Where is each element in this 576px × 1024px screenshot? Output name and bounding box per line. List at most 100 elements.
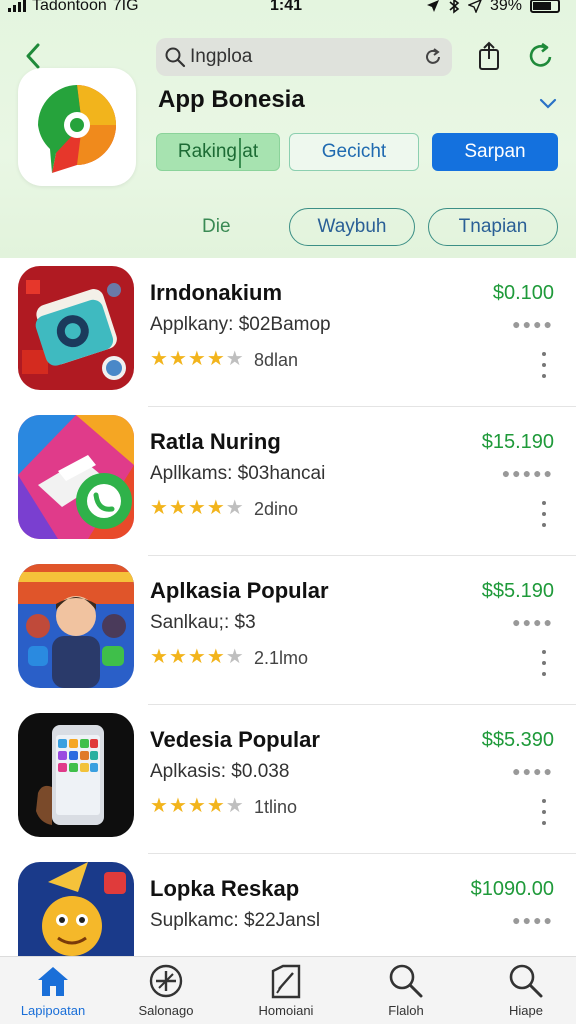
star-icon: ★ (168, 646, 187, 668)
app-title: Ratla Nuring (150, 429, 281, 454)
gecicht-button-label: Gecicht (321, 141, 387, 162)
search-icon (386, 963, 426, 999)
chevron-left-icon (26, 43, 40, 69)
app-subtitle: Sanlkau;: $3 (150, 612, 256, 633)
tab-flaloh[interactable]: Flaloh (356, 963, 456, 1023)
more-horizontal-icon[interactable]: ●●●● (512, 614, 554, 630)
app-price[interactable]: $1090.00 (471, 878, 554, 901)
home-icon (33, 963, 73, 999)
filter-pill-label: Tnapian (458, 216, 528, 237)
rating-text: 1tlino (254, 797, 298, 817)
search-icon (165, 47, 186, 68)
tab-label: Salonago (138, 1003, 194, 1018)
more-vertical-icon[interactable] (540, 799, 548, 825)
star-icon: ★ (206, 646, 225, 668)
app-price[interactable]: $0.100 (493, 282, 554, 305)
tab-homoiani[interactable]: Homoiani (236, 963, 336, 1023)
app-list: Irndonakium Applkany: $02Bamop ★ ★ ★ ★ ★ 8dl… (0, 258, 576, 956)
rating-stars: ★ ★ ★ ★ ★ (150, 795, 244, 817)
app-logo-icon (38, 85, 117, 173)
star-icon: ★ (150, 348, 168, 370)
app-subtitle: Suplkamc: $22Jansl (150, 910, 321, 931)
status-bar: Tadontoon 7IG 1:41 39% (0, 0, 576, 22)
share-icon (479, 41, 499, 70)
star-icon: ★ (168, 497, 187, 519)
more-horizontal-icon[interactable]: ●●●● (512, 763, 554, 779)
tab-home[interactable]: Lapipoatan (3, 963, 103, 1023)
share-button[interactable] (474, 38, 504, 74)
smartphone-app-icon (18, 713, 134, 837)
compass-icon (146, 963, 186, 999)
list-item[interactable]: Vedesia Popular Aplkasis: $0.038 ★ ★ ★ ★ ★ 1… (0, 705, 576, 854)
carrier-name: Tadontoon (32, 0, 107, 14)
more-horizontal-icon[interactable]: ●●●●● (502, 465, 554, 481)
search-input[interactable] (190, 46, 410, 68)
filter-label[interactable]: Die (202, 216, 231, 238)
search-bar[interactable] (156, 38, 452, 76)
network-type: 7IG (112, 0, 139, 14)
refresh-icon (529, 42, 552, 67)
refresh-button[interactable] (524, 38, 558, 74)
wifi-icon (467, 0, 482, 13)
rating-stars: ★ ★ ★ ★ ★ (150, 348, 244, 370)
app-title: Aplkasia Popular (150, 578, 329, 603)
app-header: Tadontoon 7IG 1:41 39% Ingploa App Bones… (0, 0, 576, 258)
chevron-down-icon[interactable] (538, 96, 558, 112)
star-icon: ★ (187, 795, 206, 817)
star-icon: ★ (187, 646, 206, 668)
star-icon: ★ (187, 497, 206, 519)
star-icon: ★ (168, 795, 187, 817)
star-icon: ★ (150, 646, 168, 668)
list-item[interactable]: Aplkasia Popular Sanlkau;: $3 ★ ★ ★ ★ ★ 2.1l… (0, 556, 576, 705)
status-time: 1:41 (270, 0, 303, 14)
filter-pill-tnapian[interactable]: Tnapian (428, 208, 558, 246)
more-horizontal-icon[interactable]: ●●●● (512, 912, 554, 928)
app-price[interactable]: $$5.190 (482, 580, 554, 603)
signal-icon (8, 0, 26, 12)
sarpan-button[interactable]: Sarpan (432, 133, 558, 171)
battery-percent: 39% (489, 0, 522, 14)
star-icon: ★ (168, 348, 187, 370)
more-vertical-icon[interactable] (540, 650, 548, 676)
tab-label: Homoiani (258, 1003, 314, 1018)
app-title: Lopka Reskap (150, 876, 300, 901)
gecicht-button[interactable]: Gecicht (289, 133, 419, 171)
tab-hiape[interactable]: Hiape (476, 963, 576, 1023)
star-icon: ★ (225, 497, 244, 519)
more-vertical-icon[interactable] (540, 501, 548, 527)
more-vertical-icon[interactable] (540, 352, 548, 378)
battery-icon (530, 0, 560, 13)
more-horizontal-icon[interactable]: ●●●● (512, 316, 554, 332)
tab-label: Flaloh (388, 1003, 424, 1018)
rating-text: 2dino (254, 499, 299, 519)
rating-text: 8dlan (254, 350, 299, 370)
star-icon: ★ (206, 497, 225, 519)
reload-button[interactable] (420, 44, 446, 70)
sarpan-button-label: Sarpan (464, 141, 526, 162)
tab-label: Lapipoatan (20, 1003, 86, 1018)
ranking-button[interactable]: Raking at (156, 133, 280, 171)
phone-app-icon (18, 415, 134, 539)
tab-bar: Lapipoatan Salonago Homoiani Flaloh Hiap… (0, 956, 576, 1024)
app-subtitle: Apllkams: $03hancai (150, 463, 326, 484)
app-subtitle: Applkany: $02Bamop (150, 314, 331, 335)
list-item[interactable]: Ratla Nuring Apllkams: $03hancai ★ ★ ★ ★ ★ 2… (0, 407, 576, 556)
rating-stars: ★ ★ ★ ★ ★ (150, 646, 244, 668)
list-item[interactable]: Lopka Reskap Suplkamc: $22Jansl $1090.00… (0, 854, 576, 956)
app-price[interactable]: $$5.390 (482, 729, 554, 752)
rating-stars: ★ ★ ★ ★ ★ (150, 497, 244, 519)
app-subtitle: Aplkasis: $0.038 (150, 761, 290, 782)
app-logo[interactable] (18, 68, 136, 186)
star-icon: ★ (225, 348, 244, 370)
search-icon (506, 963, 546, 999)
app-price[interactable]: $15.190 (482, 431, 554, 454)
status-right: 39% (426, 0, 560, 15)
location-icon (426, 0, 439, 12)
list-item[interactable]: Irndonakium Applkany: $02Bamop ★ ★ ★ ★ ★ 8dl… (0, 258, 576, 407)
tab-salonago[interactable]: Salonago (116, 963, 216, 1023)
game-app-icon (18, 564, 134, 688)
edit-icon (266, 963, 306, 999)
reload-icon (426, 48, 440, 64)
app-title: Vedesia Popular (150, 727, 320, 752)
filter-pill-waybuh[interactable]: Waybuh (289, 208, 415, 246)
